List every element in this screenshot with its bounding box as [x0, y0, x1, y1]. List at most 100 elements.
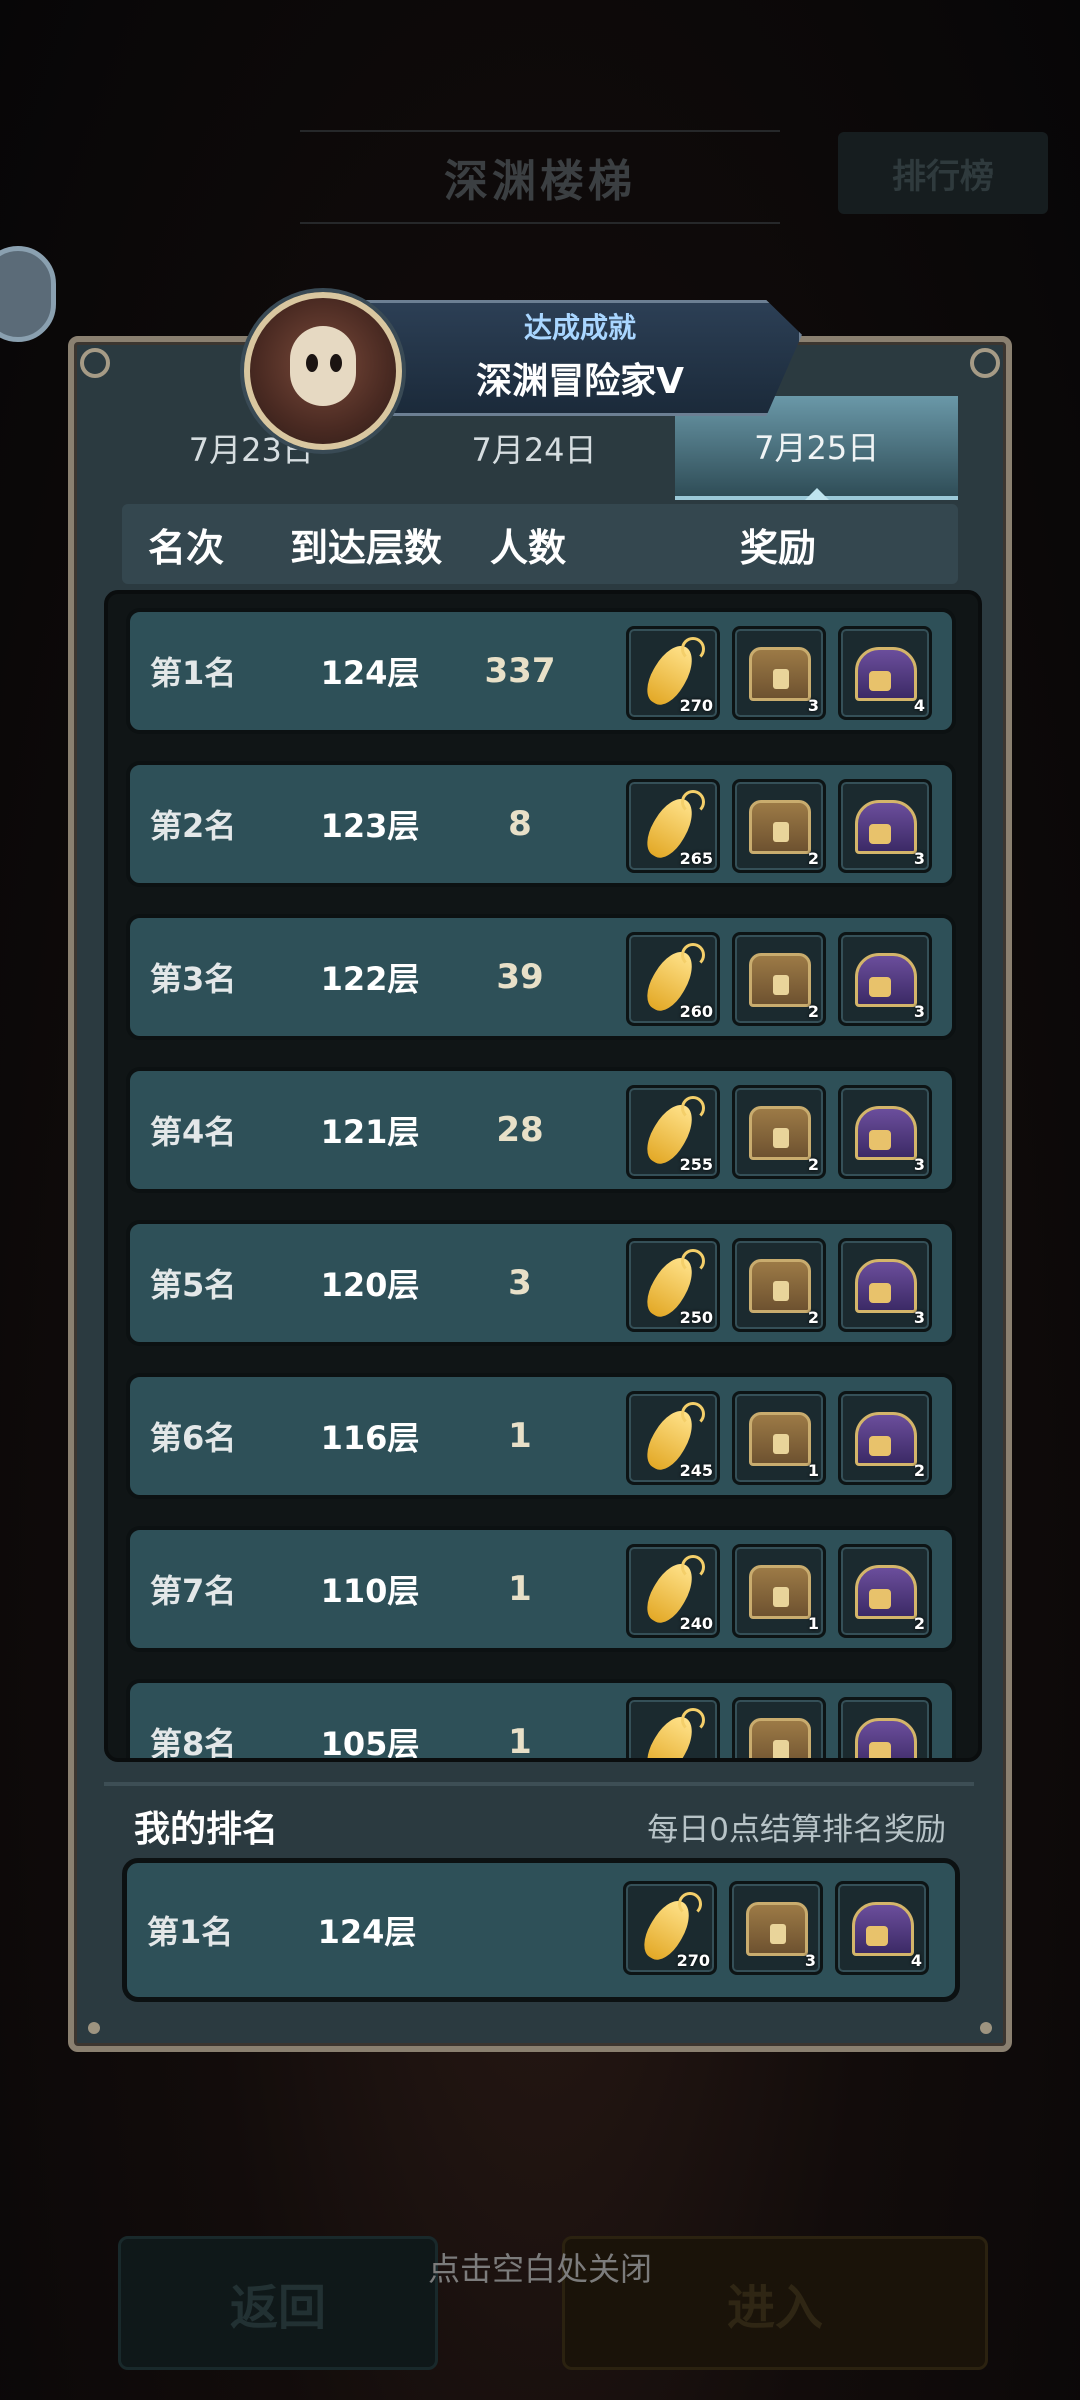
reward-quantity: 1 — [807, 1461, 819, 1480]
leaderboard-button[interactable]: 排行榜 — [838, 132, 1048, 214]
reward-quantity: 2 — [913, 1461, 925, 1480]
rank-position: 第4名 — [150, 1113, 237, 1151]
purple-chest-reward-slot[interactable] — [838, 1697, 932, 1758]
ranking-row: 第7名 110层 1 240 1 2 — [126, 1526, 956, 1652]
golden-chest-reward-slot[interactable]: 1 — [732, 1391, 826, 1485]
carrot-leaf-icon — [681, 1402, 705, 1426]
purple-chest-reward-slot[interactable]: 4 — [838, 626, 932, 720]
corner-ornament — [80, 348, 110, 378]
chest-lock-icon — [869, 977, 891, 997]
chest-lock-icon — [869, 824, 891, 844]
golden-chest-reward-slot[interactable] — [732, 1697, 826, 1758]
rank-position: 第7名 — [150, 1572, 237, 1610]
ranking-row: 第8名 105层 1 — [126, 1679, 956, 1762]
floor-reached: 124层 — [320, 654, 420, 692]
floor-reached: 123层 — [320, 807, 420, 845]
reward-quantity: 2 — [807, 1155, 819, 1174]
player-count: 3 — [508, 1263, 532, 1303]
rank-position: 第3名 — [150, 960, 237, 998]
purple-chest-reward-slot[interactable]: 2 — [838, 1391, 932, 1485]
ranking-row: 第1名 124层 337 270 3 4 — [126, 608, 956, 734]
chest-lock-icon — [773, 1740, 789, 1758]
golden-chest-reward-slot[interactable]: 3 — [732, 626, 826, 720]
reward-quantity: 4 — [913, 696, 925, 715]
purple-chest-reward-slot[interactable]: 3 — [838, 932, 932, 1026]
reward-quantity: 255 — [679, 1155, 713, 1174]
chest-lock-icon — [866, 1926, 888, 1946]
chat-icon[interactable] — [0, 246, 56, 342]
rank-position: 第6名 — [150, 1419, 237, 1457]
rank-position: 第5名 — [150, 1266, 237, 1304]
reward-quantity: 270 — [679, 696, 713, 715]
rivet — [88, 2022, 100, 2034]
golden-chest-reward-slot[interactable]: 2 — [732, 1085, 826, 1179]
achievement-title: 深渊冒险家V — [476, 361, 684, 402]
reward-quantity: 4 — [910, 1951, 922, 1970]
ranking-row: 第2名 123层 8 265 2 3 — [126, 761, 956, 887]
chest-lock-icon — [773, 669, 789, 689]
purple-chest-reward-slot[interactable]: 3 — [838, 1238, 932, 1332]
ranking-row: 第5名 120层 3 250 2 3 — [126, 1220, 956, 1346]
carrot-reward-slot[interactable]: 270 — [626, 626, 720, 720]
chest-lock-icon — [869, 671, 891, 691]
chest-lock-icon — [770, 1924, 786, 1944]
reward-quantity: 1 — [807, 1614, 819, 1633]
golden-chest-reward-slot[interactable]: 2 — [732, 779, 826, 873]
purple-chest-reward-slot[interactable]: 4 — [835, 1881, 929, 1975]
reward-quantity: 3 — [913, 849, 925, 868]
carrot-reward-slot[interactable]: 265 — [626, 779, 720, 873]
reward-quantity: 270 — [676, 1951, 710, 1970]
carrot-leaf-icon — [681, 637, 705, 661]
floor-reached: 116层 — [320, 1419, 420, 1457]
settlement-note: 每日0点结算排名奖励 — [647, 1812, 946, 1848]
header-count: 人数 — [490, 525, 567, 570]
ranking-row: 第6名 116层 1 245 1 2 — [126, 1373, 956, 1499]
carrot-reward-slot[interactable]: 270 — [623, 1881, 717, 1975]
divider — [104, 1782, 974, 1786]
golden-chest-reward-slot[interactable]: 2 — [732, 932, 826, 1026]
carrot-reward-slot[interactable]: 250 — [626, 1238, 720, 1332]
chest-lock-icon — [869, 1283, 891, 1303]
header-rank: 名次 — [148, 525, 225, 570]
carrot-reward-slot[interactable] — [626, 1697, 720, 1758]
achievement-label: 达成成就 — [523, 311, 636, 344]
reward-quantity: 250 — [679, 1308, 713, 1327]
carrot-leaf-icon — [681, 943, 705, 967]
reward-quantity: 3 — [913, 1308, 925, 1327]
reward-quantity: 240 — [679, 1614, 713, 1633]
golden-chest-reward-slot[interactable]: 2 — [732, 1238, 826, 1332]
player-count: 8 — [508, 804, 532, 844]
chest-lock-icon — [773, 1587, 789, 1607]
carrot-reward-slot[interactable]: 260 — [626, 932, 720, 1026]
avatar-eye — [330, 354, 342, 372]
purple-chest-reward-slot[interactable]: 3 — [838, 779, 932, 873]
avatar-eye — [306, 354, 318, 372]
purple-chest-reward-slot[interactable]: 3 — [838, 1085, 932, 1179]
reward-quantity: 3 — [913, 1002, 925, 1021]
golden-chest-reward-slot[interactable]: 1 — [732, 1544, 826, 1638]
ranking-list[interactable]: 第1名 124层 337 270 3 4 第2名 123层 8 265 2 3 第3名 122层 39 260… — [104, 590, 982, 1762]
ranking-row: 第4名 121层 28 255 2 3 — [126, 1067, 956, 1193]
floor-reached: 105层 — [320, 1725, 420, 1762]
chest-lock-icon — [773, 1434, 789, 1454]
close-hint[interactable]: 点击空白处关闭 — [0, 2244, 1080, 2290]
player-count: 337 — [484, 651, 556, 691]
rank-position: 第2名 — [150, 807, 237, 845]
purple-chest-reward-slot[interactable]: 2 — [838, 1544, 932, 1638]
reward-quantity: 2 — [807, 849, 819, 868]
carrot-leaf-icon — [681, 1708, 705, 1732]
carrot-reward-slot[interactable]: 245 — [626, 1391, 720, 1485]
reward-quantity: 3 — [807, 696, 819, 715]
golden-chest-reward-slot[interactable]: 3 — [729, 1881, 823, 1975]
rank-position: 第1名 — [150, 654, 237, 692]
floor-reached: 121层 — [320, 1113, 420, 1151]
header-reward: 奖励 — [740, 525, 817, 570]
reward-quantity: 260 — [679, 1002, 713, 1021]
carrot-reward-slot[interactable]: 255 — [626, 1085, 720, 1179]
reward-quantity: 2 — [807, 1308, 819, 1327]
carrot-leaf-icon — [681, 1555, 705, 1579]
player-count: 28 — [496, 1110, 544, 1150]
my-rank-position: 第1名 — [147, 1913, 234, 1951]
carrot-reward-slot[interactable]: 240 — [626, 1544, 720, 1638]
carrot-leaf-icon — [681, 1249, 705, 1273]
